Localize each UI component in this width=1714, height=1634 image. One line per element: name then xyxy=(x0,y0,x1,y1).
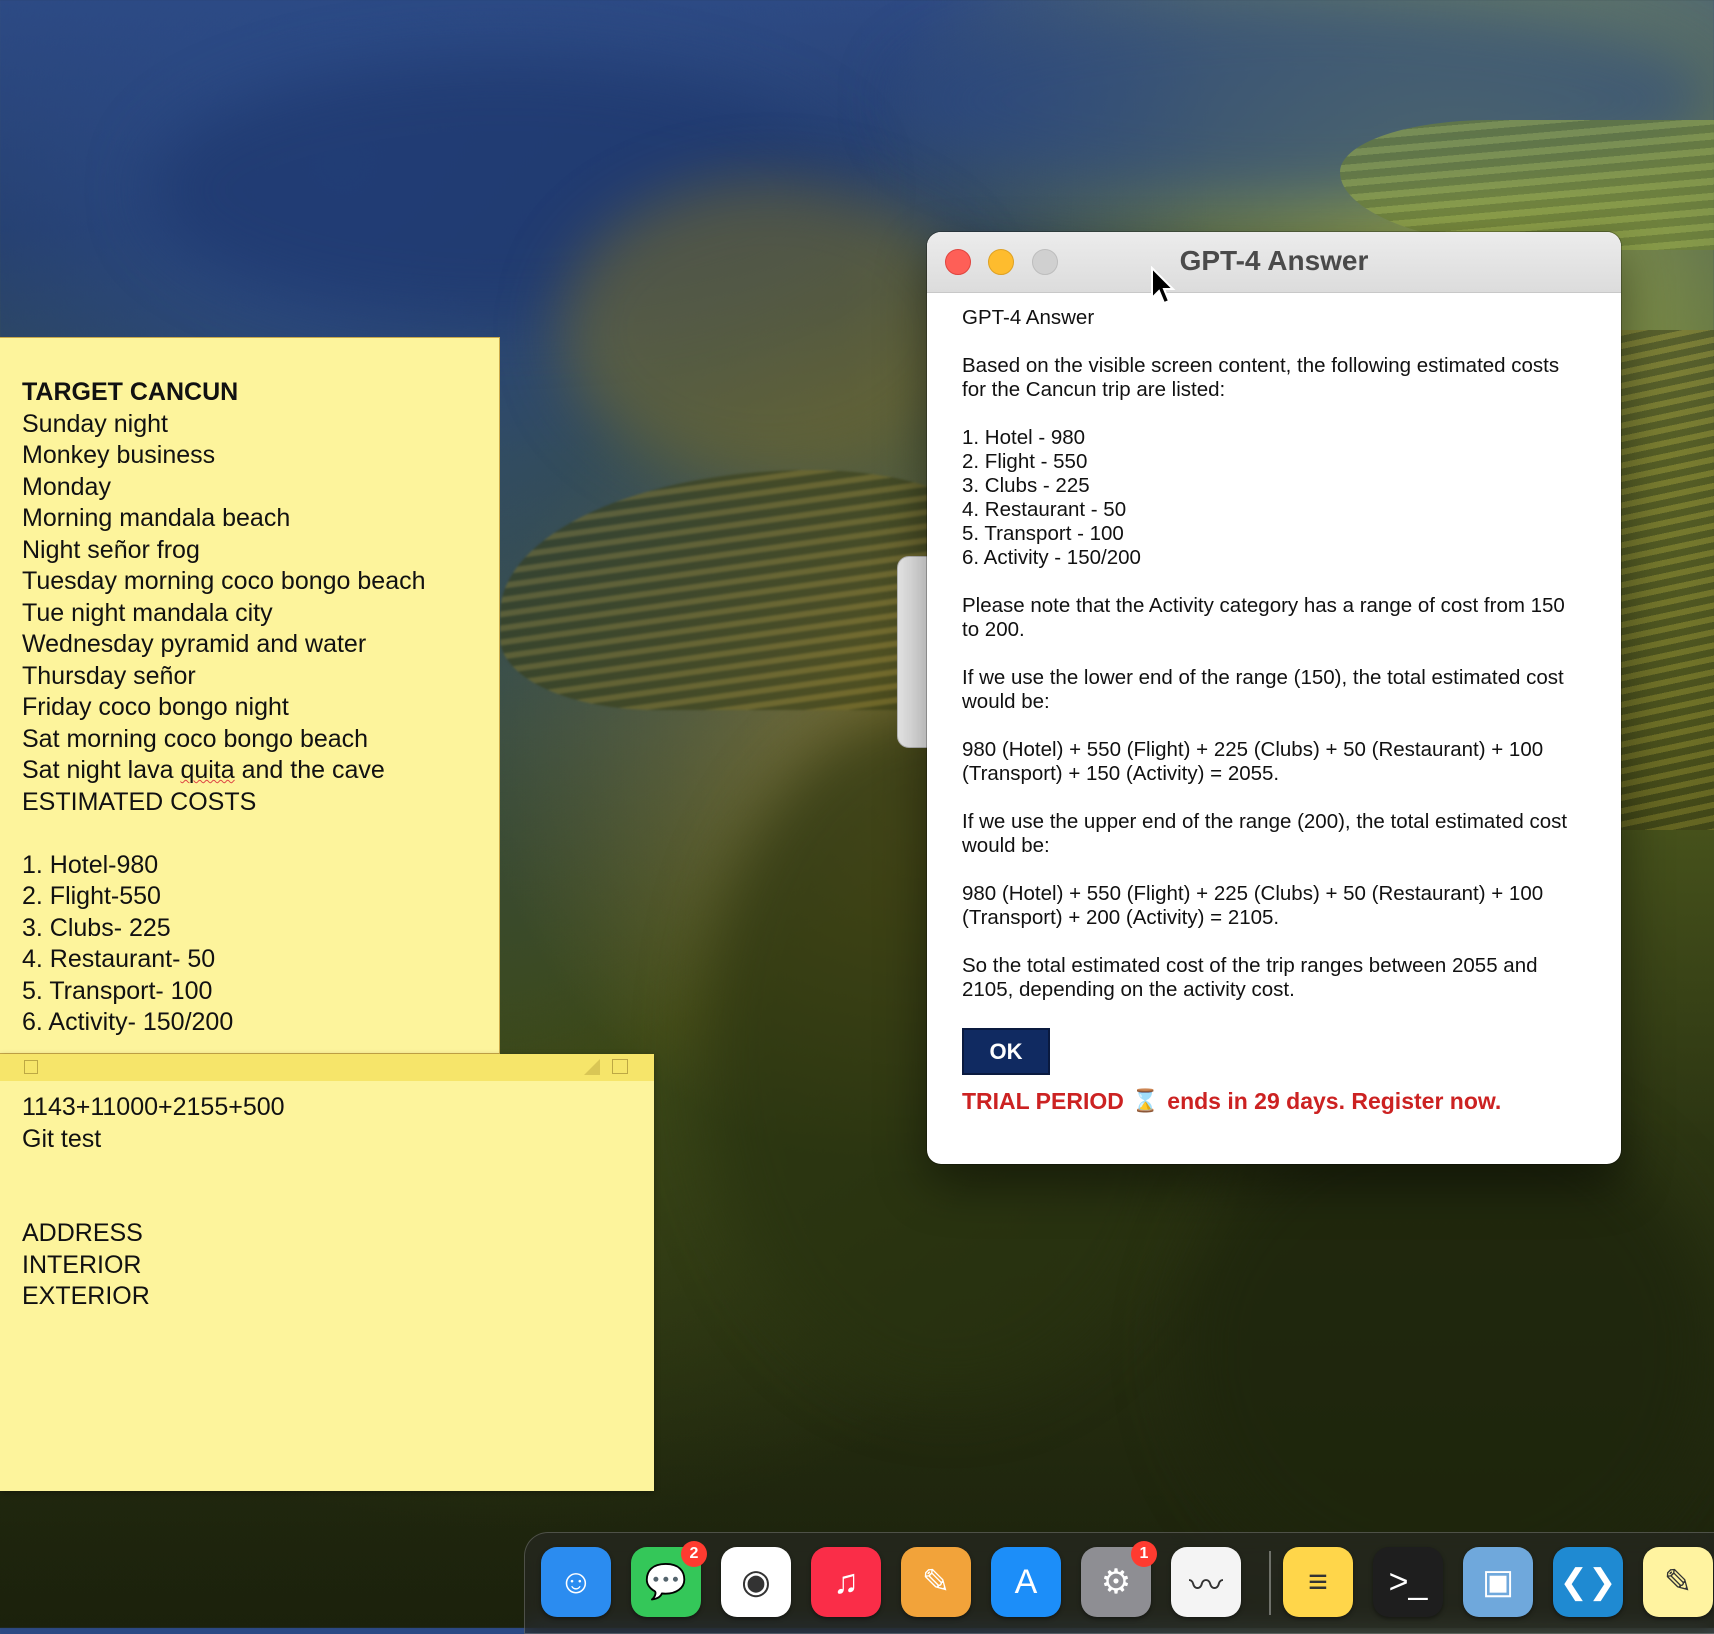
trial-register-link[interactable]: ends in 29 days. Register now. xyxy=(1167,1089,1501,1113)
sticky-note-text[interactable]: 1143+11000+2155+500 Git test ADDRESS INTERI… xyxy=(0,1081,654,1313)
note-line: Wednesday pyramid and water xyxy=(22,630,367,658)
ok-button[interactable]: OK xyxy=(962,1028,1050,1075)
note-line: Monday xyxy=(22,472,111,501)
freeform-icon[interactable]: 〰 xyxy=(1171,1547,1241,1617)
note-line: 1143+11000+2155+500 xyxy=(22,1093,285,1121)
note-line xyxy=(22,818,499,850)
lower-estimate-intro: If we use the lower end of the range (15… xyxy=(962,666,1570,713)
note-line: 6. Activity- 150/200 xyxy=(22,1008,234,1036)
dock-glyph: ☺ xyxy=(558,1562,594,1601)
dock-glyph: ≡ xyxy=(1308,1562,1328,1601)
dock-glyph: 〰 xyxy=(1189,1566,1223,1605)
note-line: Night señor frog xyxy=(22,535,200,564)
dialog-title: GPT-4 Answer xyxy=(1179,245,1369,276)
note-line xyxy=(22,1155,654,1187)
note-line: Thursday señor xyxy=(22,661,196,690)
cost-item: 3. Clubs - 225 xyxy=(962,474,1090,497)
note-line-text: Sat night lava xyxy=(22,756,181,784)
dock-glyph: 💬 xyxy=(644,1563,688,1601)
window-icon[interactable] xyxy=(612,1059,628,1074)
sticky-note-text[interactable]: TARGET CANCUN Sunday night Monkey business… xyxy=(0,338,499,1039)
note-line xyxy=(22,1187,654,1219)
chrome-icon[interactable]: ◉ xyxy=(721,1547,791,1617)
lower-estimate-calc: 980 (Hotel) + 550 (Flight) + 225 (Clubs)… xyxy=(962,738,1549,785)
sticky-note-titlebar[interactable] xyxy=(0,1054,654,1081)
collapse-icon[interactable] xyxy=(584,1059,600,1075)
note-line: EXTERIOR xyxy=(22,1282,150,1310)
cost-item: 6. Activity - 150/200 xyxy=(962,546,1141,569)
note-line: Git test xyxy=(22,1124,102,1153)
dock-glyph: A xyxy=(1014,1562,1038,1601)
upper-estimate-intro: If we use the upper end of the range (20… xyxy=(962,810,1573,857)
dock-glyph: ♫ xyxy=(833,1562,859,1601)
cost-item: 2. Flight - 550 xyxy=(962,450,1088,473)
note-line: 4. Restaurant- 50 xyxy=(22,945,216,973)
note-line: INTERIOR xyxy=(22,1250,142,1279)
trial-prefix: TRIAL PERIOD xyxy=(962,1088,1124,1114)
note-line: Sat night lava quita and the cave xyxy=(22,755,499,787)
system-settings-icon[interactable]: ⚙ 1 xyxy=(1081,1541,1157,1617)
note-line-text: and the cave xyxy=(234,756,385,784)
hourglass-icon: ⌛ xyxy=(1131,1088,1160,1113)
note-line: ADDRESS xyxy=(22,1219,143,1247)
note-line: 3. Clubs- 225 xyxy=(22,913,171,942)
note-line: Monkey business xyxy=(22,441,216,469)
note-line: 1. Hotel-980 xyxy=(22,850,159,879)
message-note: Please note that the Activity category h… xyxy=(962,594,1571,641)
messages-icon[interactable]: 💬 2 xyxy=(631,1541,707,1617)
notification-badge: 2 xyxy=(681,1541,707,1567)
dock-glyph: ▣ xyxy=(1481,1563,1515,1601)
note-line: 2. Flight-550 xyxy=(22,882,161,910)
note-line: 5. Transport- 100 xyxy=(22,976,213,1005)
music-icon[interactable]: ♫ xyxy=(811,1547,881,1617)
note-line: Tuesday morning coco bongo beach xyxy=(22,567,426,595)
mouse-pointer-icon xyxy=(1151,266,1176,305)
dock: ☺ 💬 2 ◉ ♫ ✎ A ⚙ 1 〰 ≡ >_ ▣ ❮❯ ✎ xyxy=(524,1532,1714,1634)
message-summary: So the total estimated cost of the trip … xyxy=(962,954,1544,1001)
app-store-icon[interactable]: A xyxy=(991,1547,1061,1617)
note-heading: TARGET CANCUN xyxy=(22,378,239,406)
upper-estimate-calc: 980 (Hotel) + 550 (Flight) + 225 (Clubs)… xyxy=(962,882,1549,929)
close-box-icon[interactable] xyxy=(24,1060,38,1074)
note-line: Sat morning coco bongo beach xyxy=(22,724,369,753)
dialog-message: GPT-4 Answer Based on the visible screen… xyxy=(927,293,1621,1113)
stickies-icon[interactable]: ✎ xyxy=(1643,1547,1713,1617)
dock-glyph: >_ xyxy=(1388,1562,1428,1601)
dock-glyph: ✎ xyxy=(921,1563,951,1601)
note-line: Tue night mandala city xyxy=(22,598,273,627)
dialog-titlebar[interactable]: GPT-4 Answer xyxy=(927,232,1621,293)
cost-list: 1. Hotel - 980 2. Flight - 550 3. Clubs - … xyxy=(962,426,1587,570)
terminal-icon[interactable]: >_ xyxy=(1373,1547,1443,1617)
vscode-icon[interactable]: ❮❯ xyxy=(1553,1547,1623,1617)
trial-banner[interactable]: TRIAL PERIOD ⌛ ends in 29 days. Register… xyxy=(962,1088,1587,1114)
vineyard-hill-edge xyxy=(1620,330,1714,830)
dock-separator xyxy=(1269,1551,1271,1615)
dock-glyph: ⚙ xyxy=(1100,1563,1132,1601)
preview-icon[interactable]: ▣ xyxy=(1463,1547,1533,1617)
dock-glyph: ◉ xyxy=(741,1563,771,1601)
dock-glyph: ❮❯ xyxy=(1559,1563,1617,1601)
gpt4-answer-dialog: GPT-4 Answer GPT-4 Answer Based on the v… xyxy=(927,232,1621,1164)
finder-icon[interactable]: ☺ xyxy=(541,1547,611,1617)
cost-item: 5. Transport - 100 xyxy=(962,522,1124,545)
message-intro: Based on the visible screen content, the… xyxy=(962,354,1565,401)
note-line: ESTIMATED COSTS xyxy=(22,787,257,816)
note-line: Friday coco bongo night xyxy=(22,693,289,721)
message-heading: GPT-4 Answer xyxy=(962,306,1095,329)
cost-item: 1. Hotel - 980 xyxy=(962,426,1086,449)
note-line: Morning mandala beach xyxy=(22,504,291,532)
pages-icon[interactable]: ✎ xyxy=(901,1547,971,1617)
sticky-note-address[interactable]: 1143+11000+2155+500 Git test ADDRESS INTERI… xyxy=(0,1054,654,1491)
notification-badge: 1 xyxy=(1131,1541,1157,1567)
dock-glyph: ✎ xyxy=(1663,1563,1693,1601)
notes-icon[interactable]: ≡ xyxy=(1283,1547,1353,1617)
note-line: Sunday night xyxy=(22,409,168,438)
vineyard-hill-right xyxy=(1340,120,1714,250)
cost-item: 4. Restaurant - 50 xyxy=(962,498,1127,521)
misspelled-word[interactable]: quita xyxy=(180,756,234,784)
sticky-note-cancun[interactable]: TARGET CANCUN Sunday night Monkey business… xyxy=(0,337,500,1054)
